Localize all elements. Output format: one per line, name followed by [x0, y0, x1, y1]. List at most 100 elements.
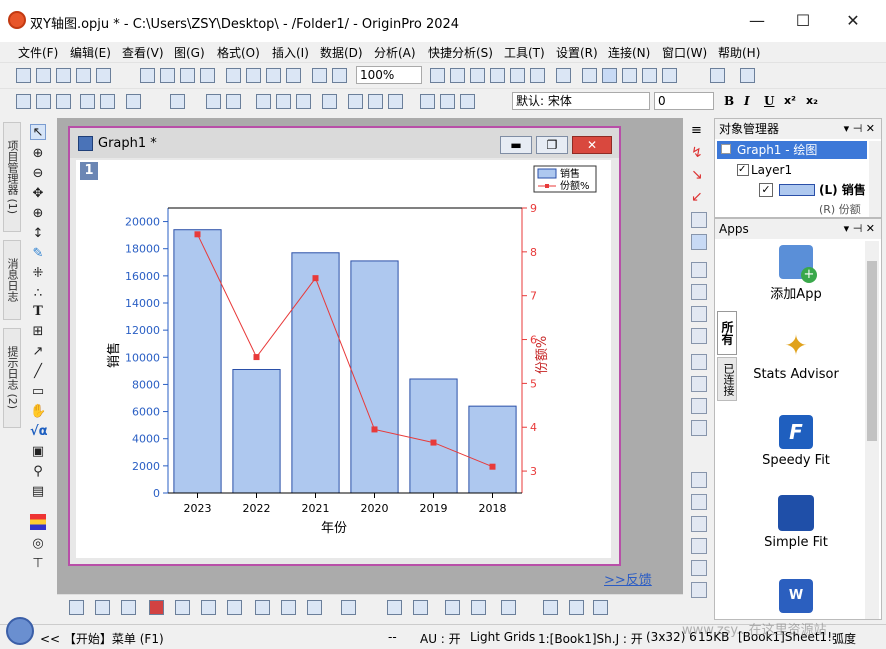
menu-help[interactable]: 帮助(H): [718, 44, 760, 61]
rescale-icon[interactable]: ↯: [691, 146, 707, 162]
menu-format[interactable]: 格式(O): [217, 44, 260, 61]
underline-button[interactable]: U: [764, 94, 774, 108]
apps-scroll-thumb[interactable]: [867, 261, 877, 441]
error-bar-icon[interactable]: [201, 600, 216, 615]
hint-log-tab[interactable]: 提示日志 (2): [3, 328, 21, 428]
layer-checkbox[interactable]: ✓: [737, 164, 749, 176]
column-plot-icon[interactable]: [149, 600, 164, 615]
add-column-icon[interactable]: [710, 68, 725, 83]
status-au[interactable]: AU : 开: [420, 630, 461, 647]
add-app-item[interactable]: + 添加App: [741, 245, 851, 302]
hand-icon[interactable]: ✋: [30, 404, 46, 420]
project-explorer-tab[interactable]: 项目管理器 (1): [3, 122, 21, 232]
subscript-button[interactable]: x₂: [806, 94, 818, 107]
minimize-button[interactable]: —: [734, 6, 780, 36]
share-point-2020[interactable]: [371, 426, 378, 433]
screen-reader-icon[interactable]: ↕: [30, 226, 46, 242]
area-plot-icon[interactable]: [227, 600, 242, 615]
layer-manage-icon[interactable]: [126, 94, 141, 109]
menu-graph[interactable]: 图(G): [174, 44, 205, 61]
template-icon[interactable]: [471, 600, 486, 615]
date-time-icon[interactable]: [691, 262, 707, 278]
save-icon[interactable]: [266, 68, 281, 83]
axis-icon[interactable]: ≡: [691, 124, 707, 140]
menu-settings[interactable]: 设置(R): [556, 44, 598, 61]
align-bottom-icon[interactable]: [691, 420, 707, 436]
bar-2018[interactable]: [468, 405, 517, 494]
share-point-2021[interactable]: [312, 275, 319, 282]
apps-tab-installed[interactable]: 已连接: [717, 357, 737, 401]
layer-fit-icon[interactable]: [691, 582, 707, 598]
status-angle[interactable]: 弧度: [832, 630, 856, 647]
new-report-icon[interactable]: [200, 68, 215, 83]
simple-fit-item[interactable]: Simple Fit: [741, 495, 851, 550]
zoom-in-icon[interactable]: ⊕: [30, 146, 46, 162]
menu-insert[interactable]: 插入(I): [272, 44, 309, 61]
plot1-checkbox[interactable]: ✓: [759, 183, 773, 197]
duplicate-icon[interactable]: [322, 94, 337, 109]
share-point-2018[interactable]: [489, 463, 496, 470]
scale-icon[interactable]: ✥: [30, 186, 46, 202]
rescale-x-icon[interactable]: ↘: [691, 168, 707, 184]
graph-restore-button[interactable]: ❐: [536, 136, 568, 154]
rectangle-tool-icon[interactable]: ▭: [30, 384, 46, 400]
color-scale-icon[interactable]: [691, 306, 707, 322]
new-legend-icon[interactable]: [691, 234, 707, 250]
stats-icon[interactable]: [740, 68, 755, 83]
table-tool-icon[interactable]: ⊞: [30, 324, 46, 340]
export-icon[interactable]: [348, 94, 363, 109]
apps-tab-all[interactable]: 所有: [717, 311, 737, 355]
data-reader-icon[interactable]: ✎: [30, 246, 46, 262]
stats-advisor-item[interactable]: ✦ Stats Advisor: [741, 329, 851, 382]
scale-bar-icon[interactable]: [691, 328, 707, 344]
back-icon[interactable]: [16, 94, 31, 109]
statistics-icon[interactable]: [445, 600, 460, 615]
3d-bar-icon[interactable]: [387, 600, 402, 615]
bring-front-icon[interactable]: [56, 94, 71, 109]
object-manager-scrollbar[interactable]: [869, 141, 881, 217]
tree-collapse-icon[interactable]: [721, 144, 731, 154]
pointer-icon[interactable]: ↖: [30, 124, 46, 140]
new-sheet-icon[interactable]: [180, 68, 195, 83]
align-right-icon[interactable]: [691, 376, 707, 392]
zoom-out-icon[interactable]: ⊖: [30, 166, 46, 182]
rescale-y-icon[interactable]: ↙: [691, 190, 707, 206]
share-point-2019[interactable]: [430, 439, 437, 446]
graph-window-titlebar[interactable]: Graph1 * ▬ ❐ ✕: [70, 128, 619, 158]
status-grid[interactable]: Light Grids: [470, 630, 535, 644]
color-palette-icon[interactable]: [30, 514, 46, 530]
3d-tool-icon[interactable]: ▤: [30, 484, 46, 500]
copy-icon[interactable]: [440, 94, 455, 109]
results-log-icon[interactable]: [582, 68, 597, 83]
column-icon[interactable]: [490, 68, 505, 83]
search-icon[interactable]: [6, 617, 34, 645]
scatter-plot-icon[interactable]: [95, 600, 110, 615]
menu-connect[interactable]: 连接(N): [608, 44, 650, 61]
menu-quick-analysis[interactable]: 快捷分析(S): [428, 44, 493, 61]
new-workbook-icon[interactable]: [36, 68, 51, 83]
command-window-icon[interactable]: [602, 68, 617, 83]
send-word-item[interactable]: W: [741, 579, 851, 617]
project-explorer-icon[interactable]: [556, 68, 571, 83]
reader-icon[interactable]: ⊕: [30, 206, 46, 222]
worksheet2-icon[interactable]: [226, 94, 241, 109]
rescale-z-icon[interactable]: [691, 212, 707, 228]
feedback-link[interactable]: >>反馈: [604, 569, 652, 588]
equation-icon[interactable]: √α: [30, 424, 48, 440]
paste-icon[interactable]: [460, 94, 475, 109]
multi-panel-icon[interactable]: [175, 600, 190, 615]
graph-close-button[interactable]: ✕: [572, 136, 612, 154]
menu-window[interactable]: 窗口(W): [662, 44, 707, 61]
worksheet-icon[interactable]: [206, 94, 221, 109]
menu-analysis[interactable]: 分析(A): [374, 44, 416, 61]
new-notes-icon[interactable]: [160, 68, 175, 83]
tree-graph1[interactable]: Graph1 - 绘图: [717, 141, 867, 159]
3d-surface-icon[interactable]: [341, 600, 356, 615]
export2-icon[interactable]: [368, 94, 383, 109]
share-point-2023[interactable]: [194, 231, 201, 238]
plot1-label[interactable]: (L) 销售: [819, 181, 867, 198]
zoom-combo[interactable]: 100%: [356, 66, 422, 84]
new-function-icon[interactable]: [96, 68, 111, 83]
mask-icon[interactable]: ∴: [30, 286, 46, 302]
arrow-tool-icon[interactable]: ↗: [30, 344, 46, 360]
